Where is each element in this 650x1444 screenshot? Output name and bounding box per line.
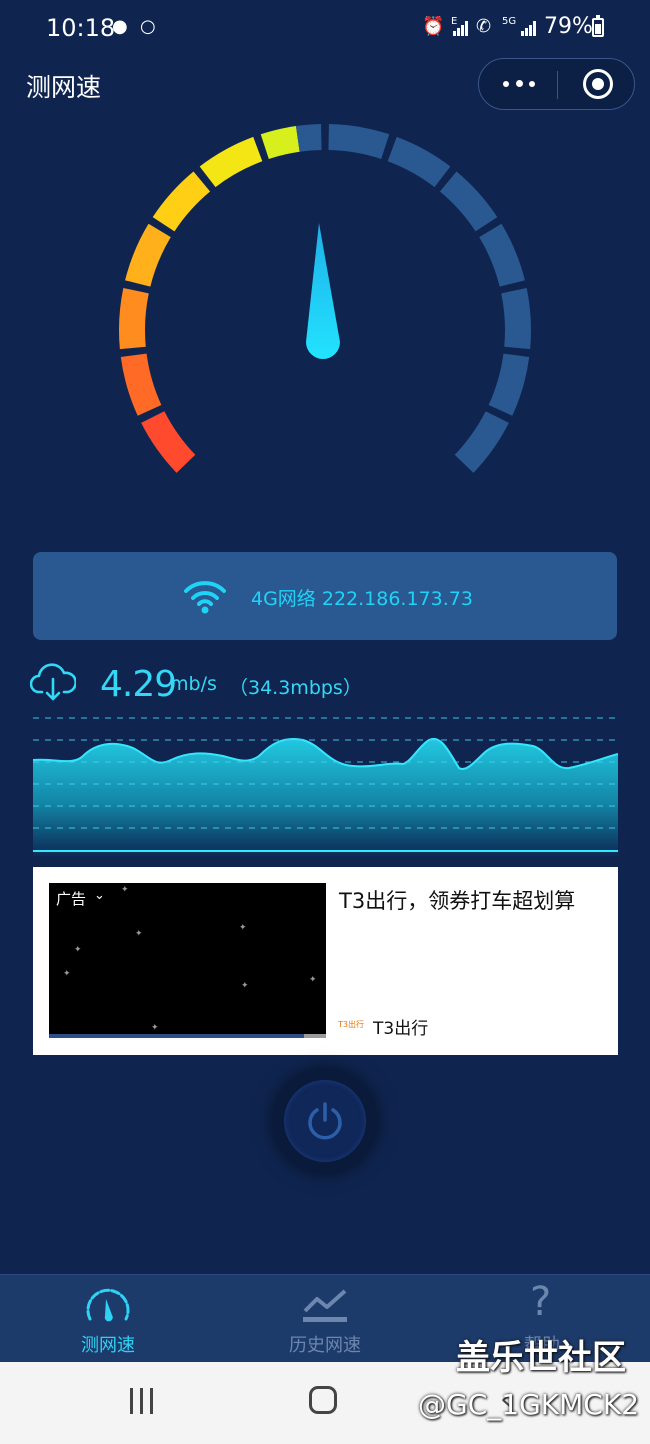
- ad-label[interactable]: 广告: [56, 888, 86, 909]
- target-close-icon[interactable]: [583, 69, 613, 99]
- tab-history[interactable]: 历史网速: [217, 1275, 433, 1363]
- speed-wave-chart: [33, 717, 618, 856]
- history-chart-icon: [303, 1289, 347, 1322]
- speed-mbps: （34.3mbps）: [229, 677, 362, 699]
- video-progress-remaining: [304, 1034, 326, 1038]
- start-test-button-inner[interactable]: [284, 1080, 366, 1162]
- snowflake-icon: ✦: [239, 923, 247, 933]
- status-bar: 10:18 ● ○ ⏰ E ✆ 5G 79%: [0, 0, 650, 56]
- gauge-segment-inactive: [488, 353, 530, 416]
- status-time: 10:18: [46, 14, 116, 42]
- video-progress-bar: [49, 1034, 326, 1038]
- signal-icon-2: [520, 20, 538, 36]
- battery-percent: 79%: [544, 14, 593, 39]
- tab-speedtest[interactable]: 测网速: [0, 1275, 216, 1363]
- snowflake-icon: ✦: [63, 969, 71, 979]
- gauge-segment-active: [119, 288, 149, 350]
- gauge-segment-inactive: [454, 411, 509, 473]
- gauge-segment-inactive: [295, 124, 322, 152]
- cloud-download-icon: [30, 663, 76, 701]
- ad-brand-logo: T3出行: [338, 1020, 364, 1029]
- start-test-button[interactable]: [272, 1068, 378, 1174]
- wifi-icon: [184, 581, 226, 614]
- gauge-segment-inactive: [328, 124, 390, 159]
- capsule-divider: [557, 71, 558, 99]
- chevron-down-icon[interactable]: ⌄: [94, 888, 105, 903]
- ad-card[interactable]: 广告 ⌄ ✦ ✦ ✦ ✦ ✦ ✦ ✦ ✦ T3出行，领券打车超划算 T3出行 T…: [33, 867, 618, 1055]
- gauge-segment-inactive: [501, 288, 531, 350]
- watermark-handle: @GC_1GKMCK2: [418, 1388, 640, 1421]
- ad-brand-name[interactable]: T3出行: [373, 1014, 428, 1039]
- mini-program-capsule: [478, 58, 635, 110]
- gauge-needle: [306, 223, 340, 359]
- more-dots-icon[interactable]: [501, 69, 537, 99]
- network-info-card: 4G网络 222.186.173.73: [33, 552, 617, 640]
- tab-label: 测网速: [81, 1335, 135, 1356]
- speedometer-icon: [86, 1288, 130, 1322]
- gauge-segment-active: [260, 126, 300, 159]
- snowflake-icon: ✦: [151, 1023, 159, 1033]
- question-icon: ?: [530, 1279, 552, 1325]
- gauge-segment-active: [141, 411, 196, 473]
- power-icon[interactable]: [306, 1102, 344, 1140]
- network-label: 4G网络 222.186.173.73: [251, 588, 473, 610]
- tab-label: 历史网速: [289, 1335, 361, 1356]
- page-title: 测网速: [26, 73, 102, 102]
- network-type-5g: 5G: [502, 16, 517, 27]
- gauge-segment-inactive: [479, 223, 525, 287]
- signal-icon-1: [452, 20, 470, 36]
- snowflake-icon: ✦: [121, 885, 129, 895]
- gauge-segment-inactive: [387, 136, 451, 188]
- snowflake-icon: ✦: [74, 945, 82, 955]
- speed-gauge: [119, 124, 531, 473]
- ad-video[interactable]: 广告 ⌄ ✦ ✦ ✦ ✦ ✦ ✦ ✦ ✦: [49, 883, 326, 1038]
- home-icon[interactable]: [309, 1386, 337, 1414]
- battery-icon: [592, 15, 604, 37]
- wechat-icon: ●: [112, 16, 128, 37]
- recent-apps-icon[interactable]: [128, 1388, 156, 1414]
- chat-bubble-icon: ○: [140, 16, 156, 37]
- speed-value: 4.29: [100, 664, 177, 705]
- gauge-segment-inactive: [439, 171, 498, 232]
- alarm-icon: ⏰: [422, 16, 445, 37]
- wave-area: [33, 738, 618, 856]
- snowflake-icon: ✦: [241, 981, 249, 991]
- snowflake-icon: ✦: [135, 929, 143, 939]
- gauge-segment-active: [199, 136, 263, 188]
- ad-headline[interactable]: T3出行，领券打车超划算: [339, 885, 599, 918]
- gauge-segment-active: [125, 223, 171, 287]
- gauge-segment-active: [152, 171, 211, 232]
- speed-unit: mb/s: [170, 673, 217, 695]
- call-muted-icon: ✆: [476, 16, 492, 37]
- snowflake-icon: ✦: [309, 975, 317, 985]
- gauge-segment-active: [120, 353, 162, 416]
- watermark-title: 盖乐世社区: [456, 1338, 626, 1378]
